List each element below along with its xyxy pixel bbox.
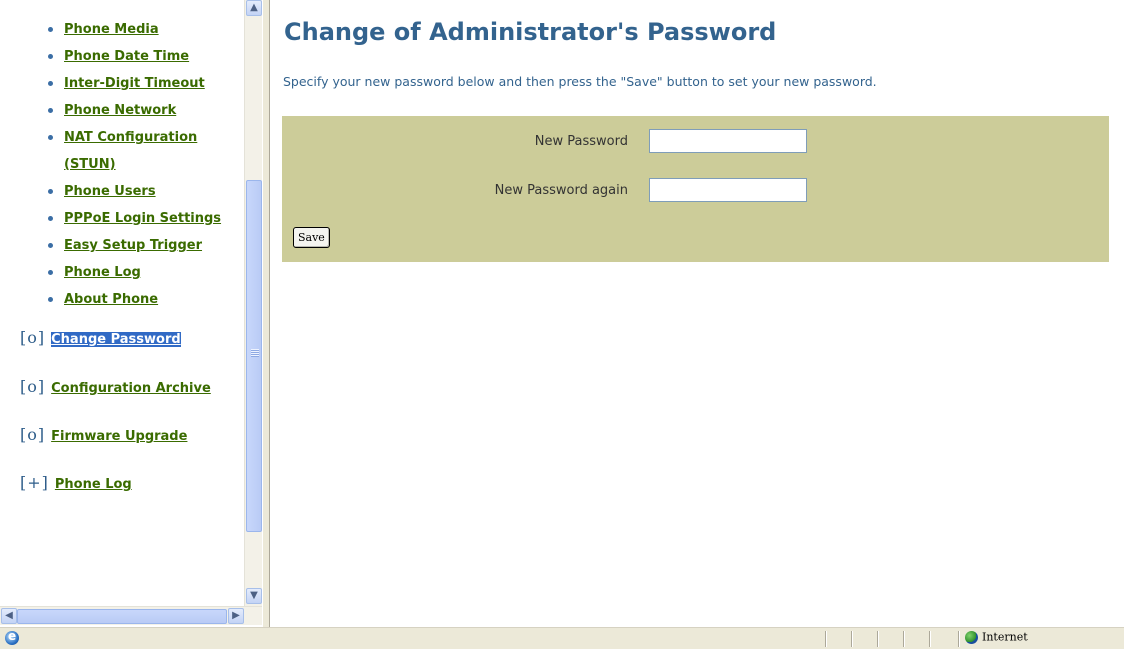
list-item: About Phone <box>34 286 234 313</box>
nav-link-phone-date-time[interactable]: Phone Date Time <box>64 49 189 64</box>
nav-link-firmware-upgrade[interactable]: Firmware Upgrade <box>51 429 187 444</box>
expand-marker[interactable]: [+] <box>20 473 49 492</box>
horizontal-scrollbar[interactable]: ◀ ▶ <box>0 606 262 625</box>
save-button[interactable]: Save <box>293 227 330 248</box>
grip-icon <box>251 349 259 357</box>
status-divider <box>958 631 959 647</box>
bullet-icon <box>48 189 53 194</box>
nav-section-change-password: [o] Change Password <box>20 328 181 347</box>
page-description: Specify your new password below and then… <box>283 74 877 89</box>
nav-link-change-password[interactable]: Change Password <box>51 332 181 347</box>
nav-link-phone-users[interactable]: Phone Users <box>64 184 156 199</box>
nav-link-phone-log[interactable]: Phone Log <box>64 265 141 280</box>
vertical-scrollbar[interactable]: ▲ ▼ <box>244 0 262 606</box>
bullet-icon <box>48 216 53 221</box>
status-bar: Internet <box>0 627 1124 649</box>
bullet-icon <box>48 297 53 302</box>
list-item: Phone Date Time <box>34 43 234 70</box>
status-divider <box>929 631 930 647</box>
list-item: Inter-Digit Timeout <box>34 70 234 97</box>
list-item: Phone Network <box>34 97 234 124</box>
new-password-again-row: New Password again <box>282 178 1109 204</box>
nav-link-phone-network[interactable]: Phone Network <box>64 103 176 118</box>
status-divider <box>825 631 826 647</box>
security-zone: Internet <box>965 630 1028 648</box>
nav-section-configuration-archive: [o] Configuration Archive <box>20 377 211 396</box>
status-divider <box>903 631 904 647</box>
globe-icon <box>965 630 978 644</box>
scroll-right-icon[interactable]: ▶ <box>228 608 244 624</box>
bullet-icon <box>48 243 53 248</box>
list-item: NAT Configuration (STUN) <box>34 124 234 178</box>
bullet-icon <box>48 135 53 140</box>
status-divider <box>851 631 852 647</box>
expand-marker[interactable]: [o] <box>20 328 45 347</box>
bullet-icon <box>48 108 53 113</box>
nav-section-firmware-upgrade: [o] Firmware Upgrade <box>20 425 187 444</box>
zone-label: Internet <box>982 630 1028 644</box>
scroll-thumb[interactable] <box>246 180 262 532</box>
nav-link-configuration-archive[interactable]: Configuration Archive <box>51 381 211 396</box>
scroll-thumb[interactable] <box>17 609 227 624</box>
nav-link-easy-setup-trigger[interactable]: Easy Setup Trigger <box>64 238 202 253</box>
nav-link-pppoe-login-settings[interactable]: PPPoE Login Settings <box>64 211 221 226</box>
nav-link-phone-log-section[interactable]: Phone Log <box>55 477 132 492</box>
nav-link-about-phone[interactable]: About Phone <box>64 292 158 307</box>
new-password-row: New Password <box>282 129 1109 155</box>
page-title: Change of Administrator's Password <box>284 18 777 46</box>
status-divider <box>877 631 878 647</box>
nav-link-inter-digit-timeout[interactable]: Inter-Digit Timeout <box>64 76 205 91</box>
list-item: PPPoE Login Settings <box>34 205 234 232</box>
list-item: Easy Setup Trigger <box>34 232 234 259</box>
bullet-icon <box>48 54 53 59</box>
nav-link-phone-media[interactable]: Phone Media <box>64 22 159 37</box>
bullet-icon <box>48 81 53 86</box>
phone-settings-list: Phone Media Phone Date Time Inter-Digit … <box>34 16 234 313</box>
new-password-input[interactable] <box>649 129 807 153</box>
ie-page-icon <box>5 629 19 645</box>
nav-section-phone-log: [+] Phone Log <box>20 473 132 492</box>
scroll-down-icon[interactable]: ▼ <box>246 588 262 604</box>
list-item: Phone Users <box>34 178 234 205</box>
list-item: Phone Media <box>34 16 234 43</box>
password-form: New Password New Password again Save <box>282 116 1109 262</box>
bullet-icon <box>48 27 53 32</box>
expand-marker[interactable]: [o] <box>20 425 45 444</box>
scroll-up-icon[interactable]: ▲ <box>246 0 262 16</box>
bullet-icon <box>48 270 53 275</box>
expand-marker[interactable]: [o] <box>20 377 45 396</box>
new-password-again-label: New Password again <box>494 183 628 198</box>
list-item: Phone Log <box>34 259 234 286</box>
new-password-again-input[interactable] <box>649 178 807 202</box>
frame-splitter[interactable] <box>262 0 270 627</box>
nav-link-nat-configuration[interactable]: NAT Configuration (STUN) <box>64 124 214 178</box>
scroll-left-icon[interactable]: ◀ <box>1 608 17 624</box>
new-password-label: New Password <box>534 134 628 149</box>
main-content: Change of Administrator's Password Speci… <box>270 0 1124 627</box>
navigation-frame: Phone Media Phone Date Time Inter-Digit … <box>0 0 262 627</box>
